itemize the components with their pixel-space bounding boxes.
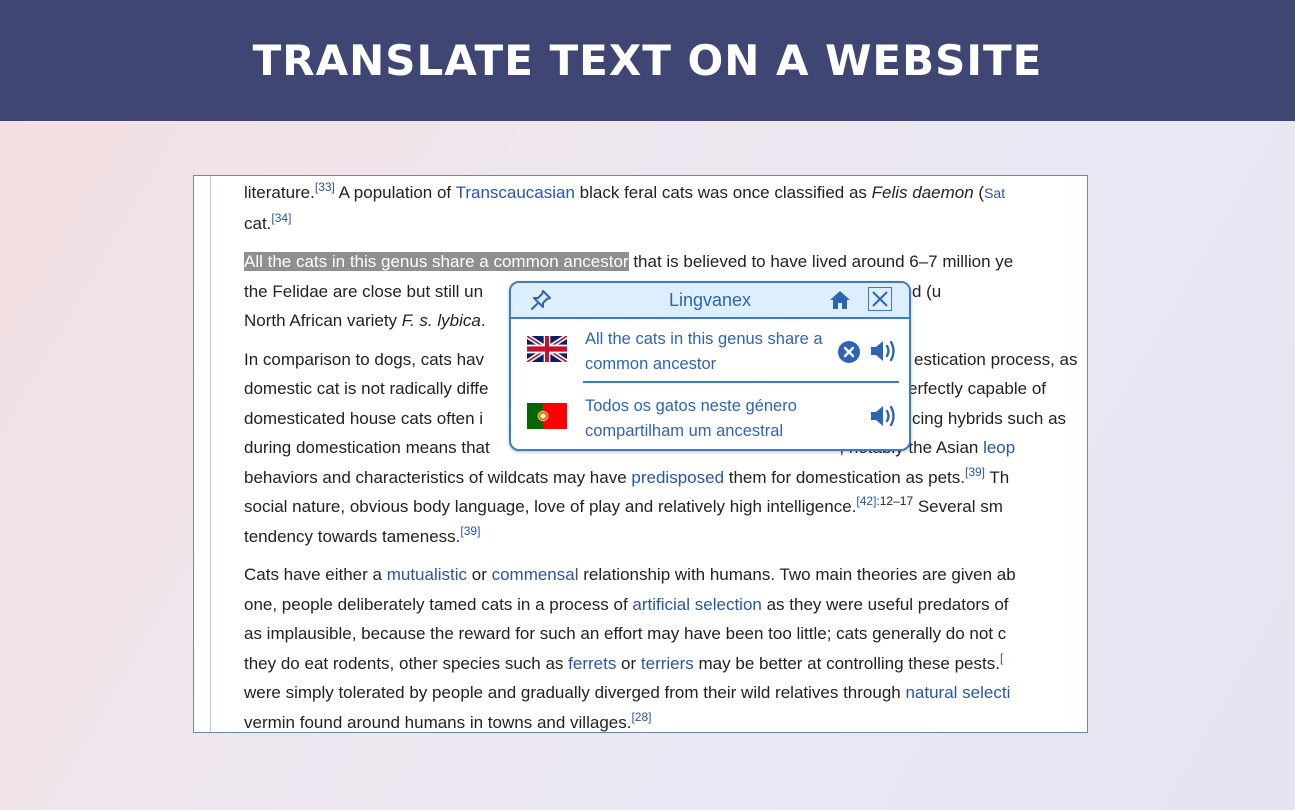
text-run: tendency towards tameness. bbox=[244, 526, 461, 546]
source-text[interactable]: All the cats in this genus share a commo… bbox=[585, 327, 840, 377]
article-body: literature.[33] A population of Transcau… bbox=[244, 176, 1087, 733]
text-run: Several sm bbox=[913, 497, 1003, 516]
citation-link[interactable]: [39] bbox=[460, 524, 480, 538]
text-run: ( bbox=[973, 183, 985, 202]
text-run: or bbox=[467, 565, 492, 584]
text-line: as implausible, because the reward for s… bbox=[244, 619, 1087, 649]
banner-title: TRANSLATE TEXT ON A WEBSITE bbox=[252, 36, 1043, 85]
translated-text[interactable]: Todos os gatos neste género compartilham… bbox=[585, 394, 840, 444]
text-run: ducing hybrids such as bbox=[893, 408, 1067, 428]
text-run: behaviors and characteristics of wildcat… bbox=[244, 467, 632, 487]
citation-link[interactable]: [42] bbox=[856, 494, 876, 508]
text-run: the Felidae are close but still un bbox=[244, 281, 484, 301]
text-run: vermin found around humans in towns and … bbox=[244, 712, 632, 732]
speaker-icon[interactable] bbox=[868, 402, 898, 430]
text-line: cat.[34] bbox=[244, 209, 1087, 239]
link-artificial-selection[interactable]: artificial selection bbox=[632, 595, 761, 614]
text-line: were simply tolerated by people and grad… bbox=[244, 678, 1087, 708]
text-run: them for domestication as pets. bbox=[724, 467, 965, 487]
link-sat[interactable]: Sat bbox=[984, 185, 1005, 201]
text-run: In comparison to dogs, cats hav bbox=[244, 349, 485, 369]
text-run: as implausible, because the reward for s… bbox=[244, 624, 1007, 643]
text-run: Cats have either a bbox=[244, 565, 387, 584]
portugal-flag-icon[interactable] bbox=[527, 403, 567, 429]
text-run: . bbox=[480, 311, 486, 330]
text-run: literature. bbox=[244, 183, 315, 202]
italic-text: F. s. lybica bbox=[401, 311, 481, 330]
link-leopard[interactable]: leop bbox=[983, 438, 1015, 457]
close-icon bbox=[872, 291, 888, 307]
translation-popup: Lingvanex All the cats in this genus sha… bbox=[509, 281, 911, 451]
text-run: North African variety bbox=[244, 311, 402, 330]
link-ferrets[interactable]: ferrets bbox=[568, 654, 616, 673]
text-run: relationship with humans. Two main theor… bbox=[578, 565, 1016, 584]
text-line: social nature, obvious body language, lo… bbox=[244, 492, 1087, 522]
text-line: one, people deliberately tamed cats in a… bbox=[244, 590, 1087, 620]
target-row: Todos os gatos neste género compartilham… bbox=[511, 386, 909, 446]
text-run: were simply tolerated by people and grad… bbox=[244, 683, 906, 702]
text-line: vermin found around humans in towns and … bbox=[244, 708, 1087, 733]
selected-text[interactable]: All the cats in this genus share a commo… bbox=[244, 252, 629, 271]
text-line: they do eat rodents, other species such … bbox=[244, 649, 1087, 679]
close-button[interactable] bbox=[868, 287, 892, 311]
source-row: All the cats in this genus share a commo… bbox=[511, 319, 909, 383]
citation-link[interactable]: [ bbox=[1000, 651, 1003, 665]
text-run: one, people deliberately tamed cats in a… bbox=[244, 594, 633, 614]
text-run: A population of bbox=[334, 183, 456, 202]
text-run: they do eat rodents, other species such … bbox=[244, 653, 569, 673]
text-run: may be better at controlling these pests… bbox=[693, 653, 1000, 673]
text-run: during domestication means that bbox=[244, 438, 495, 457]
link-transcaucasian[interactable]: Transcaucasian bbox=[456, 183, 575, 202]
text-run: as they were useful predators of bbox=[761, 594, 1009, 614]
text-run: social nature, obvious body language, lo… bbox=[244, 497, 857, 516]
citation-link[interactable]: [33] bbox=[315, 180, 335, 194]
paragraph-1: literature.[33] A population of Transcau… bbox=[244, 176, 1087, 239]
paragraph-4: Cats have either a mutualistic or commen… bbox=[244, 560, 1087, 733]
text-run: cat. bbox=[244, 213, 272, 233]
text-run: black feral cats was once classified as bbox=[574, 183, 872, 202]
speaker-icon[interactable] bbox=[868, 337, 898, 365]
left-rail bbox=[210, 176, 211, 732]
webpage-viewport[interactable]: literature.[33] A population of Transcau… bbox=[193, 175, 1088, 733]
header-banner: TRANSLATE TEXT ON A WEBSITE bbox=[0, 0, 1295, 121]
text-run: Th bbox=[985, 467, 1010, 487]
popup-titlebar[interactable]: Lingvanex bbox=[511, 283, 909, 319]
text-run: domesticated house cats often i bbox=[244, 408, 484, 428]
text-run: that is believed to have lived around 6–… bbox=[628, 252, 1014, 271]
citation-link[interactable]: [34] bbox=[271, 211, 291, 225]
text-run: domestic cat is not radically diffe bbox=[244, 379, 489, 398]
text-line: All the cats in this genus share a commo… bbox=[244, 247, 1087, 277]
row-divider bbox=[583, 381, 899, 383]
uk-flag-icon[interactable] bbox=[527, 336, 567, 362]
text-run: or bbox=[616, 653, 641, 673]
link-terriers[interactable]: terriers bbox=[641, 654, 694, 673]
link-commensal[interactable]: commensal bbox=[492, 565, 579, 584]
text-line: tendency towards tameness.[39] bbox=[244, 522, 1087, 552]
home-icon[interactable] bbox=[828, 288, 852, 312]
text-line: behaviors and characteristics of wildcat… bbox=[244, 463, 1087, 493]
link-mutualistic[interactable]: mutualistic bbox=[387, 565, 467, 584]
text-run: estication process, as bbox=[914, 349, 1078, 369]
clear-icon[interactable] bbox=[837, 340, 861, 364]
link-predisposed[interactable]: predisposed bbox=[631, 468, 724, 487]
page-reference: :12–17 bbox=[876, 494, 914, 508]
citation-link[interactable]: [39] bbox=[965, 465, 985, 479]
link-natural-selection[interactable]: natural selecti bbox=[905, 683, 1010, 702]
italic-text: Felis daemon bbox=[871, 183, 974, 202]
text-line: Cats have either a mutualistic or commen… bbox=[244, 560, 1087, 590]
text-line: literature.[33] A population of Transcau… bbox=[244, 178, 1087, 209]
citation-link[interactable]: [28] bbox=[631, 710, 651, 724]
